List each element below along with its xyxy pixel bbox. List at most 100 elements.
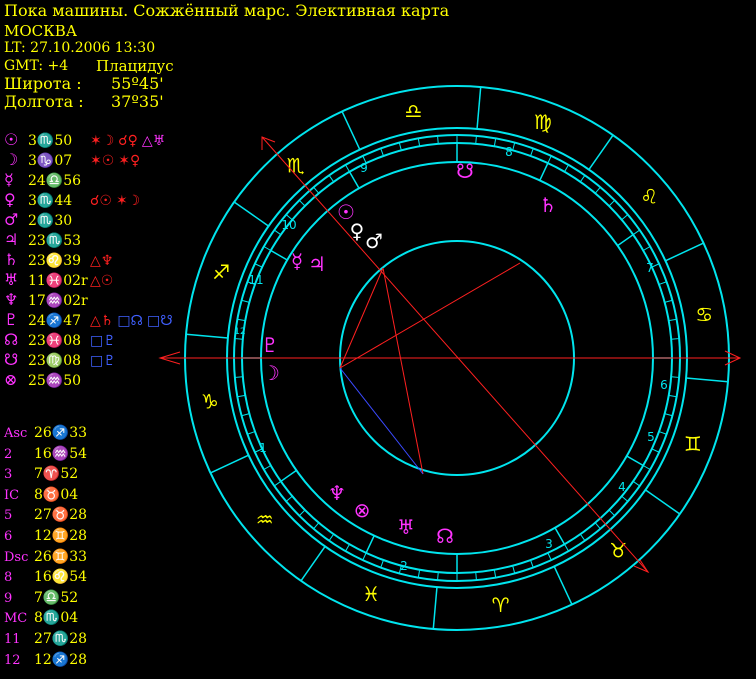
degree-tick xyxy=(234,376,243,378)
chart-planet-icon: ♂ xyxy=(365,229,383,253)
degree-tick xyxy=(512,565,516,574)
zodiac-sign-icon: ♒ xyxy=(256,507,274,531)
chart-planet-icon: ♇ xyxy=(261,333,279,357)
degree-tick xyxy=(658,281,667,285)
degree-tick xyxy=(475,572,477,581)
zodiac-sign-icon: ♈ xyxy=(492,593,510,617)
degree-tick xyxy=(285,495,293,502)
sign-boundary xyxy=(210,454,249,474)
degree-tick xyxy=(234,338,243,340)
house-number: 12 xyxy=(234,327,245,337)
degree-tick xyxy=(254,263,263,268)
degree-tick xyxy=(345,164,350,173)
degree-tick xyxy=(274,229,282,236)
degree-tick xyxy=(632,480,640,487)
sign-boundary xyxy=(432,587,438,630)
house-cusp-line xyxy=(626,455,644,467)
sign-boundary xyxy=(185,333,228,339)
sign-boundary xyxy=(686,377,729,383)
house-number: 8 xyxy=(505,145,513,159)
degree-tick xyxy=(241,413,250,417)
degree-tick xyxy=(298,509,306,517)
degree-tick xyxy=(530,559,534,568)
degree-tick xyxy=(564,543,569,552)
house-number: 7 xyxy=(646,261,654,275)
degree-tick xyxy=(594,522,601,530)
degree-tick xyxy=(247,431,256,435)
chart-planet-icon: ♄ xyxy=(539,193,557,217)
degree-tick xyxy=(328,175,335,183)
house-number: 3 xyxy=(545,537,553,551)
degree-tick xyxy=(237,394,246,398)
chart-planet-icon: ⊗ xyxy=(354,498,371,522)
degree-tick xyxy=(274,480,282,487)
degree-tick xyxy=(579,175,586,183)
degree-tick xyxy=(658,431,667,435)
natal-chart-wheel: ♎ ♍♌♋♊♉♈♓♒♑♐♏123456789101112☉♀ ♂☿ ♃♄☋♇☽♆⊗♅ ☊ xyxy=(158,85,742,631)
sign-boundary xyxy=(233,201,270,227)
aspect-line xyxy=(339,262,521,369)
degree-tick xyxy=(398,142,402,151)
house-number: 2 xyxy=(400,559,408,573)
degree-tick xyxy=(263,465,272,470)
house-cusp-line xyxy=(617,234,634,247)
degree-tick xyxy=(642,465,651,470)
house-cusp-line xyxy=(365,535,375,554)
degree-tick xyxy=(621,495,629,502)
house-number: 11 xyxy=(248,273,263,287)
degree-tick xyxy=(608,199,616,207)
house-number: 9 xyxy=(360,161,368,175)
degree-tick xyxy=(594,186,601,194)
chart-planet-icon: ♅ xyxy=(397,515,415,539)
zodiac-sign-icon: ♊ xyxy=(684,432,702,456)
zodiac-sign-icon: ♐ xyxy=(212,260,230,284)
sign-boundary xyxy=(553,566,573,605)
degree-tick xyxy=(608,509,616,517)
house-number: 5 xyxy=(647,430,655,444)
house-number: 4 xyxy=(618,480,626,494)
house-number: 1 xyxy=(259,441,267,455)
house-cusp-line xyxy=(348,171,360,189)
house-cusp-line xyxy=(270,249,288,261)
degree-tick xyxy=(380,148,384,157)
degree-tick xyxy=(547,552,552,561)
zodiac-sign-icon: ♍ xyxy=(534,110,552,134)
mc-ic-axis xyxy=(261,136,649,573)
degree-tick xyxy=(547,155,552,164)
degree-tick xyxy=(298,199,306,207)
sign-boundary xyxy=(588,134,614,171)
zodiac-sign-icon: ♑ xyxy=(201,390,219,414)
degree-tick xyxy=(417,138,421,147)
house-number: 10 xyxy=(281,218,296,232)
aspect-line xyxy=(382,267,424,475)
chart-planet-icon: ♃ xyxy=(308,252,326,276)
zodiac-sign-icon: ♓ xyxy=(362,582,380,606)
degree-tick xyxy=(564,164,569,173)
sign-boundary xyxy=(665,242,704,262)
degree-tick xyxy=(579,533,586,541)
degree-tick xyxy=(664,413,673,417)
degree-tick xyxy=(493,138,497,147)
chart-planet-icon: ☊ xyxy=(436,524,454,548)
degree-tick xyxy=(437,572,439,581)
degree-tick xyxy=(263,246,272,251)
degree-tick xyxy=(475,135,477,144)
degree-tick xyxy=(237,318,246,322)
degree-tick xyxy=(493,569,497,578)
zodiac-sign-icon: ♎ xyxy=(404,99,422,123)
degree-tick xyxy=(313,522,320,530)
degree-tick xyxy=(642,246,651,251)
chart-planet-icon: ☿ xyxy=(291,249,303,273)
sign-boundary xyxy=(300,545,326,582)
degree-tick xyxy=(668,394,677,398)
degree-tick xyxy=(512,142,516,151)
zodiac-sign-icon: ♏ xyxy=(287,154,305,178)
degree-tick xyxy=(345,543,350,552)
degree-tick xyxy=(241,299,250,303)
degree-tick xyxy=(437,135,439,144)
degree-tick xyxy=(651,448,660,453)
degree-tick xyxy=(417,569,421,578)
chart-planet-icon: ☽ xyxy=(262,361,280,385)
degree-tick xyxy=(313,186,320,194)
house-cusp-line xyxy=(280,469,297,482)
